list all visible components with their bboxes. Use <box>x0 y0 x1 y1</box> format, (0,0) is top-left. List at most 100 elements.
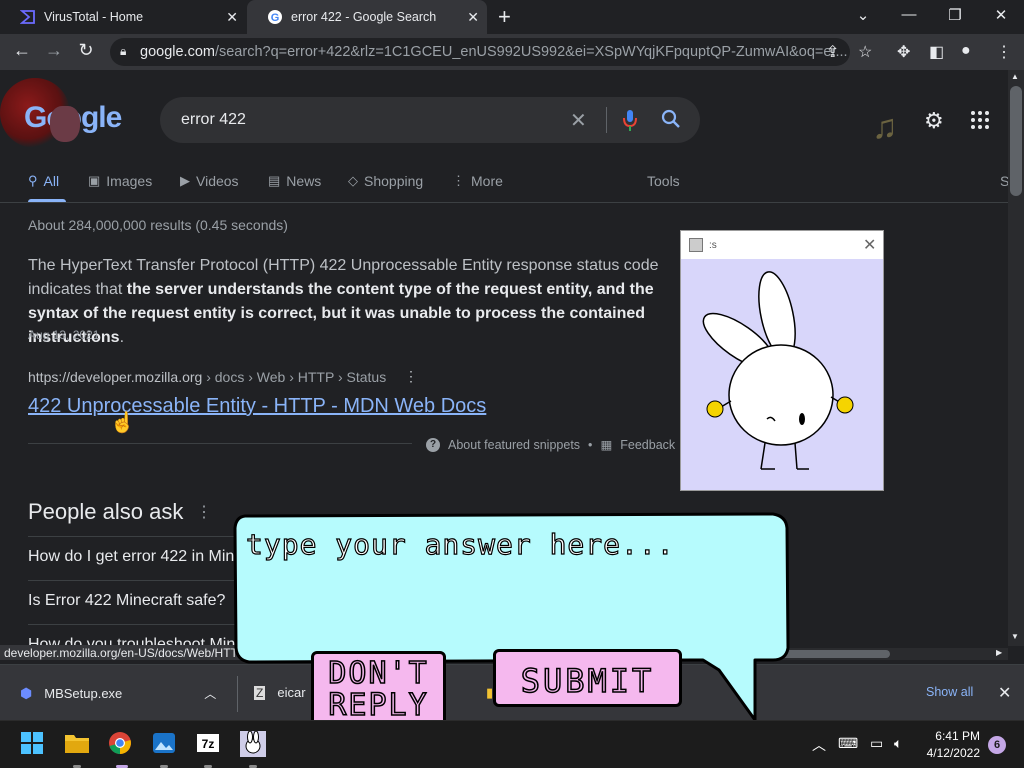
bunny-character <box>702 271 854 470</box>
close-tab-icon[interactable]: ✕ <box>226 9 238 26</box>
result-url[interactable]: https://developer.mozilla.org › docs › W… <box>28 369 386 385</box>
7zip-icon[interactable]: 7z <box>196 731 222 757</box>
scroll-up-arrow-icon[interactable]: ▲ <box>1011 72 1019 81</box>
browser-toolbar: ← → ↻ 🔒︎ google.com/search?q=error+422&r… <box>0 34 1024 70</box>
address-host: google.com <box>140 44 215 60</box>
separator-dot: • <box>588 437 593 452</box>
network-icon[interactable]: ▭ <box>870 735 883 752</box>
result-title-link[interactable]: 422 Unprocessable Entity - HTTP - MDN We… <box>28 395 486 418</box>
tray-chevron-up-icon[interactable]: ︿ <box>812 735 826 755</box>
gear-icon[interactable]: ⚙ <box>924 108 944 134</box>
about-snippets-link[interactable]: About featured snippets <box>448 438 580 452</box>
tab-search-chevron-icon[interactable]: ⌄ <box>848 6 878 24</box>
reload-button[interactable]: ↻ <box>74 40 98 61</box>
new-tab-button[interactable]: + <box>498 4 511 30</box>
clock-time[interactable]: 6:41 PM <box>934 729 980 743</box>
featured-snippet: The HyperText Transfer Protocol (HTTP) 4… <box>28 257 659 346</box>
photos-icon[interactable] <box>152 731 178 757</box>
search-input[interactable]: error 422 <box>160 97 700 143</box>
scroll-down-arrow-icon[interactable]: ▼ <box>1011 632 1019 641</box>
windows-start-icon[interactable] <box>20 731 46 757</box>
scrollbar-thumb[interactable] <box>1010 86 1022 196</box>
tab-more[interactable]: ⋮ More <box>452 173 503 189</box>
close-window-button[interactable]: ✕ <box>986 6 1016 24</box>
minimize-button[interactable]: — <box>894 6 924 23</box>
search-divider <box>606 107 607 133</box>
hand-cursor-icon: ☝ <box>110 412 135 434</box>
popup-titlebar[interactable]: :s <box>681 231 883 259</box>
status-url-bar: developer.mozilla.org/en-US/docs/Web/HTT… <box>0 645 245 660</box>
profile-icon[interactable]: ● <box>961 42 971 60</box>
restore-button[interactable]: ❐ <box>940 6 970 24</box>
tab-images[interactable]: ▣ Images <box>88 173 152 189</box>
extensions-puzzle-icon[interactable]: ✥ <box>897 42 910 62</box>
search-icon[interactable] <box>660 108 682 135</box>
results-count: About 284,000,000 results (0.45 seconds) <box>28 217 288 233</box>
image-icon: ▣ <box>88 173 101 188</box>
tab-all[interactable]: ⚲ All <box>28 173 59 189</box>
clear-search-icon[interactable]: ✕ <box>570 108 587 133</box>
notification-badge[interactable]: 6 <box>988 736 1006 754</box>
snippet-divider <box>28 443 412 444</box>
clock-date[interactable]: 4/12/2022 <box>916 746 980 760</box>
browser-menu-icon[interactable]: ⋮ <box>996 42 1012 62</box>
chrome-icon[interactable] <box>108 731 134 757</box>
tab-virustotal[interactable]: VirusTotal - Home ✕ <box>0 0 246 34</box>
tab-news[interactable]: ▤ News <box>268 173 321 189</box>
tab-shopping[interactable]: ◇ Shopping <box>348 173 423 189</box>
google-apps-icon[interactable] <box>970 110 990 135</box>
bunny-popup-window[interactable]: :s ✕ <box>680 230 884 491</box>
result-more-icon[interactable]: ⋮ <box>404 368 418 385</box>
snippet-footer: ? About featured snippets • ▦ Feedback <box>426 437 675 452</box>
dont-reply-button[interactable]: DON'T REPLY <box>311 651 446 731</box>
doodle-figure <box>50 106 80 142</box>
paa-question[interactable]: How do I get error 422 in Min <box>28 548 234 566</box>
svg-text:7z: 7z <box>202 737 215 751</box>
close-download-shelf-icon[interactable]: ✕ <box>998 683 1011 703</box>
scroll-right-arrow-icon[interactable]: ▶ <box>996 648 1002 657</box>
tab-google-search[interactable]: G error 422 - Google Search ✕ <box>247 0 487 34</box>
address-path: /search?q=error+422&rlz=1C1GCEU_enUS992U… <box>214 44 848 60</box>
close-tab-icon[interactable]: ✕ <box>467 9 479 26</box>
people-also-ask-title: People also ask <box>28 499 184 524</box>
tab-title: VirusTotal - Home <box>44 10 144 24</box>
safesearch-truncated[interactable]: S <box>1000 173 1008 189</box>
bunny-app-icon[interactable] <box>240 730 266 757</box>
popup-title: :s <box>709 239 717 251</box>
news-icon: ▤ <box>268 173 281 188</box>
more-vert-icon: ⋮ <box>452 173 465 188</box>
paa-more-icon[interactable]: ⋮ <box>196 502 212 522</box>
forward-button[interactable]: → <box>42 40 66 61</box>
bunny-app-icon <box>689 238 703 252</box>
bookmark-star-icon[interactable]: ☆ <box>858 42 872 62</box>
download-item[interactable]: ⬢ MBSetup.exe ︿ <box>20 685 216 702</box>
answer-input[interactable]: type your answer here... <box>245 527 675 561</box>
google-g-icon: G <box>267 9 283 25</box>
feedback-link[interactable]: Feedback <box>620 438 675 452</box>
microphone-icon[interactable] <box>622 108 638 137</box>
search-query: error 422 <box>181 111 246 128</box>
tag-icon: ◇ <box>348 173 358 188</box>
tab-videos[interactable]: ▶ Videos <box>180 173 239 189</box>
help-icon: ? <box>426 437 440 452</box>
file-explorer-icon[interactable] <box>64 731 90 757</box>
side-panel-icon[interactable]: ◧ <box>929 42 944 62</box>
back-button[interactable]: ← <box>10 40 34 61</box>
address-bar[interactable]: 🔒︎ google.com/search?q=error+422&rlz=1C1… <box>110 38 850 66</box>
virustotal-icon <box>20 9 36 25</box>
keyboard-icon[interactable]: ⌨ <box>838 735 858 752</box>
chevron-up-icon[interactable]: ︿ <box>204 685 216 702</box>
show-all-downloads-link[interactable]: Show all <box>926 685 973 699</box>
volume-icon[interactable]: 🔈︎ <box>894 735 902 752</box>
paa-question[interactable]: Is Error 422 Minecraft safe? <box>28 592 225 610</box>
tab-title: error 422 - Google Search <box>291 10 437 24</box>
search-icon: ⚲ <box>28 173 38 188</box>
tools-button[interactable]: Tools <box>647 173 680 189</box>
svg-text:G: G <box>271 12 280 24</box>
tab-strip: VirusTotal - Home ✕ G error 422 - Google… <box>0 0 1024 34</box>
close-icon[interactable]: ✕ <box>863 235 876 255</box>
submit-button[interactable]: SUBMIT <box>493 649 682 707</box>
share-icon[interactable]: ⇪ <box>826 42 839 62</box>
feedback-icon: ▦ <box>600 438 613 452</box>
snippet-date: Aug 13, 2021 <box>28 328 100 342</box>
